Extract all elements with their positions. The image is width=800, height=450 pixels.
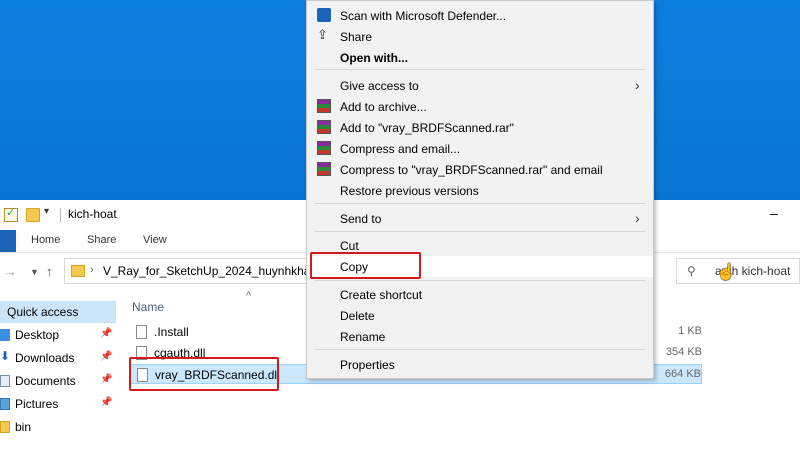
title-separator bbox=[60, 208, 61, 222]
pin-icon: 📌 bbox=[100, 351, 113, 362]
menu-item-open-with[interactable]: Open with... bbox=[307, 47, 653, 68]
menu-item-add-to-archive[interactable]: Add to archive... bbox=[307, 96, 653, 117]
menu-separator bbox=[315, 203, 645, 204]
pin-icon: 📌 bbox=[100, 328, 113, 339]
new-folder-icon[interactable] bbox=[26, 208, 40, 222]
menu-item-label: Share bbox=[340, 30, 373, 44]
nav-item-label: Desktop bbox=[15, 328, 60, 342]
folder-icon bbox=[71, 265, 85, 277]
file-size: 664 KB bbox=[664, 368, 701, 380]
menu-item-label: Give access to bbox=[340, 79, 419, 93]
forward-arrow-icon[interactable]: → bbox=[4, 264, 17, 279]
file-size: 1 KB bbox=[678, 325, 702, 337]
menu-separator bbox=[315, 280, 645, 281]
pin-icon: 📌 bbox=[100, 374, 113, 385]
nav-item-pictures[interactable]: Pictures 📌 bbox=[0, 393, 116, 415]
up-arrow-icon[interactable]: ↑ bbox=[46, 264, 53, 279]
menu-separator bbox=[315, 231, 645, 232]
sort-ascending-icon[interactable]: ^ bbox=[246, 290, 251, 302]
menu-item-share[interactable]: ⇪ Share bbox=[307, 26, 653, 47]
folder-icon bbox=[0, 421, 10, 433]
desktop-icon bbox=[0, 329, 10, 341]
search-icon: ⚲ bbox=[687, 264, 696, 278]
menu-item-rename[interactable]: Rename bbox=[307, 326, 653, 347]
menu-item-label: Delete bbox=[340, 309, 375, 323]
winrar-icon bbox=[317, 141, 331, 155]
winrar-icon bbox=[317, 162, 331, 176]
menu-item-label: Send to bbox=[340, 212, 382, 226]
navigation-pane: Quick access Desktop 📌 ⬇ Downloads 📌 Doc… bbox=[0, 292, 118, 450]
menu-item-add-to-rar[interactable]: Add to "vray_BRDFScanned.rar" bbox=[307, 117, 653, 138]
menu-item-label: Compress to "vray_BRDFScanned.rar" and e… bbox=[340, 163, 603, 177]
menu-item-label: Add to archive... bbox=[340, 100, 427, 114]
nav-item-label: Quick access bbox=[7, 305, 79, 319]
nav-item-label: Documents bbox=[15, 374, 76, 388]
menu-item-label: Add to "vray_BRDFScanned.rar" bbox=[340, 121, 514, 135]
menu-item-restore-versions[interactable]: Restore previous versions bbox=[307, 180, 653, 201]
tab-view[interactable]: View bbox=[143, 234, 167, 246]
menu-item-compress-rar-email[interactable]: Compress to "vray_BRDFScanned.rar" and e… bbox=[307, 159, 653, 180]
file-size: 354 KB bbox=[665, 346, 702, 358]
tab-home[interactable]: Home bbox=[31, 234, 60, 246]
menu-item-properties[interactable]: Properties bbox=[307, 354, 653, 375]
chevron-right-icon[interactable]: › bbox=[90, 264, 94, 276]
mouse-cursor-icon: ☝ bbox=[716, 264, 736, 281]
nav-item-label: Pictures bbox=[15, 397, 59, 411]
documents-icon bbox=[0, 375, 10, 387]
nav-item-label: bin bbox=[15, 420, 32, 434]
menu-item-label: Properties bbox=[340, 358, 395, 372]
menu-item-compress-email[interactable]: Compress and email... bbox=[307, 138, 653, 159]
file-icon bbox=[136, 325, 147, 339]
menu-item-send-to[interactable]: Send to › bbox=[307, 208, 653, 229]
annotation-highlight-copy bbox=[310, 252, 421, 279]
search-input[interactable]: ⚲ arch kich-hoat bbox=[676, 258, 800, 284]
column-header-name[interactable]: Name bbox=[132, 300, 164, 314]
menu-item-label: Create shortcut bbox=[340, 288, 423, 302]
context-menu: Scan with Microsoft Defender... ⇪ Share … bbox=[306, 0, 654, 379]
menu-item-label: Cut bbox=[340, 239, 359, 253]
menu-item-label: Rename bbox=[340, 330, 386, 344]
nav-item-quick-access[interactable]: Quick access bbox=[0, 301, 116, 323]
nav-item-bin[interactable]: bin bbox=[0, 416, 116, 438]
winrar-icon bbox=[317, 120, 331, 134]
chevron-right-icon: › bbox=[635, 210, 640, 226]
menu-item-label: Open with... bbox=[340, 51, 408, 65]
chevron-right-icon: › bbox=[635, 77, 640, 93]
defender-shield-icon bbox=[317, 8, 331, 22]
nav-item-documents[interactable]: Documents 📌 bbox=[0, 370, 116, 392]
pin-icon: 📌 bbox=[100, 397, 113, 408]
menu-separator bbox=[315, 69, 645, 70]
menu-item-delete[interactable]: Delete bbox=[307, 305, 653, 326]
menu-item-label: Compress and email... bbox=[340, 142, 461, 156]
minimize-button[interactable]: – bbox=[760, 204, 788, 226]
tab-share[interactable]: Share bbox=[87, 234, 116, 246]
properties-check-icon[interactable] bbox=[4, 206, 18, 222]
share-icon: ⇪ bbox=[317, 27, 328, 42]
file-name: .Install bbox=[154, 325, 189, 339]
pictures-icon bbox=[0, 398, 10, 410]
tab-file[interactable] bbox=[0, 230, 16, 252]
menu-item-label: Restore previous versions bbox=[340, 184, 479, 198]
address-bar[interactable]: › V_Ray_for_SketchUp_2024_huynhkhang.c bbox=[64, 258, 308, 284]
annotation-highlight-file bbox=[129, 357, 279, 391]
menu-item-give-access[interactable]: Give access to › bbox=[307, 75, 653, 96]
download-icon: ⬇ bbox=[0, 349, 11, 363]
winrar-icon bbox=[317, 99, 331, 113]
menu-separator bbox=[315, 349, 645, 350]
nav-item-downloads[interactable]: ⬇ Downloads 📌 bbox=[0, 347, 116, 369]
menu-item-scan-defender[interactable]: Scan with Microsoft Defender... bbox=[307, 5, 653, 26]
menu-item-label: Scan with Microsoft Defender... bbox=[340, 9, 507, 23]
window-title: kich-hoat bbox=[68, 207, 117, 221]
nav-item-label: Downloads bbox=[15, 351, 75, 365]
nav-item-desktop[interactable]: Desktop 📌 bbox=[0, 324, 116, 346]
recent-locations-chevron-icon[interactable]: ▼ bbox=[30, 267, 39, 277]
address-path[interactable]: V_Ray_for_SketchUp_2024_huynhkhang.c bbox=[103, 264, 307, 278]
quick-access-toolbar-dropdown-icon[interactable]: ▾ bbox=[44, 206, 54, 220]
menu-item-create-shortcut[interactable]: Create shortcut bbox=[307, 284, 653, 305]
